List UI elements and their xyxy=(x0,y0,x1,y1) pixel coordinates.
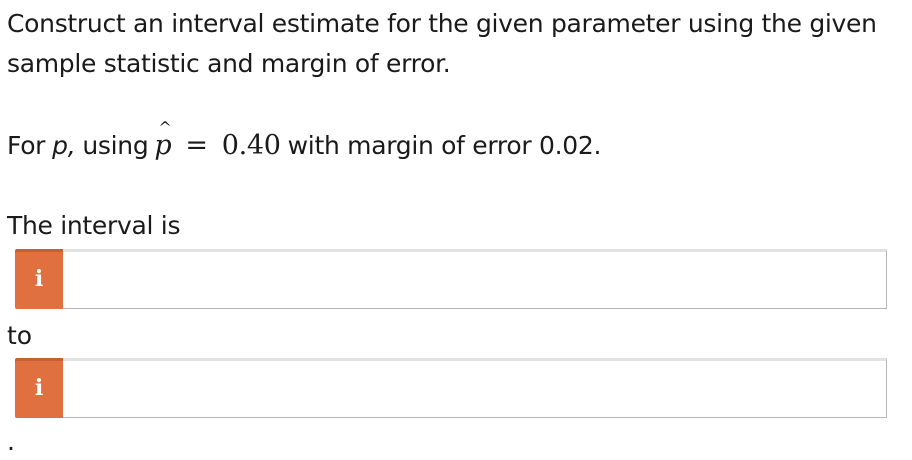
p-hat-symbol: ^ p xyxy=(154,118,171,168)
interval-label: The interval is xyxy=(7,211,181,240)
statistic-value: 0.40 xyxy=(221,130,281,161)
info-icon[interactable]: i xyxy=(15,358,63,418)
margin-of-error-text: with margin of error 0.02 xyxy=(287,131,594,160)
question-prompt: Construct an interval estimate for the g… xyxy=(7,9,877,78)
given-using: using xyxy=(82,131,149,160)
end-period: . xyxy=(7,427,15,456)
given-end: . xyxy=(593,131,602,160)
given-statement: For p, using ^ p = 0.40 with margin of er… xyxy=(7,118,602,168)
upper-bound-input[interactable] xyxy=(63,358,887,418)
lower-bound-row: i xyxy=(15,249,887,309)
to-label: to xyxy=(7,321,33,350)
info-icon[interactable]: i xyxy=(15,249,63,309)
parameter-symbol: p, xyxy=(52,131,76,160)
upper-bound-row: i xyxy=(15,358,887,418)
hat-accent: ^ xyxy=(158,118,172,137)
equals-sign: = xyxy=(185,130,208,161)
lower-bound-input[interactable] xyxy=(63,249,887,309)
given-prefix: For xyxy=(7,131,46,160)
